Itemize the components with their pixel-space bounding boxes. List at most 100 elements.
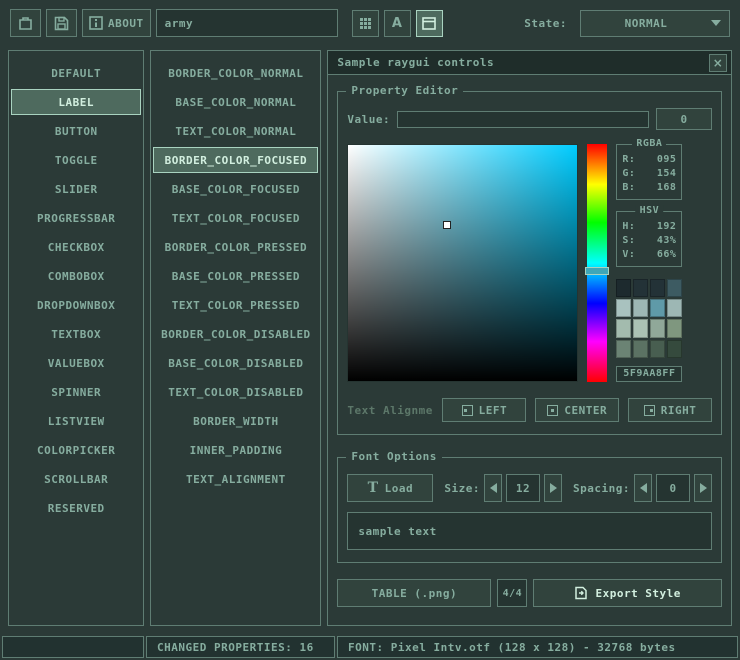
color-gradient-panel[interactable] <box>347 144 578 382</box>
g-value: 154 <box>657 167 677 181</box>
grid-view-button[interactable] <box>352 10 379 37</box>
color-swatch[interactable] <box>650 279 665 297</box>
s-label: S: <box>622 234 635 248</box>
about-button[interactable]: ABOUT <box>82 9 151 37</box>
state-dropdown[interactable]: NORMAL <box>580 10 730 37</box>
property-item-text_alignment[interactable]: TEXT_ALIGNMENT <box>153 466 318 492</box>
control-item-reserved[interactable]: RESERVED <box>11 495 141 521</box>
control-item-textbox[interactable]: TEXTBOX <box>11 321 141 347</box>
property-item-border_color_normal[interactable]: BORDER_COLOR_NORMAL <box>153 60 318 86</box>
size-value-box[interactable]: 12 <box>506 474 540 502</box>
property-item-border_color_focused[interactable]: BORDER_COLOR_FOCUSED <box>153 147 318 173</box>
property-item-base_color_normal[interactable]: BASE_COLOR_NORMAL <box>153 89 318 115</box>
property-item-base_color_focused[interactable]: BASE_COLOR_FOCUSED <box>153 176 318 202</box>
property-item-text_color_pressed[interactable]: TEXT_COLOR_PRESSED <box>153 292 318 318</box>
close-button[interactable]: × <box>709 54 727 72</box>
load-font-label: Load <box>385 482 414 495</box>
color-swatch[interactable] <box>616 319 631 337</box>
control-item-checkbox[interactable]: CHECKBOX <box>11 234 141 260</box>
save-style-button[interactable] <box>46 9 77 37</box>
value-input[interactable] <box>397 111 649 128</box>
hue-slider[interactable] <box>587 144 607 382</box>
property-item-border_color_pressed[interactable]: BORDER_COLOR_PRESSED <box>153 234 318 260</box>
control-item-combobox[interactable]: COMBOBOX <box>11 263 141 289</box>
toolbar: ABOUT A State: NORMAL <box>0 0 740 46</box>
color-swatch[interactable] <box>650 340 665 358</box>
hsv-s-row: S:43% <box>622 234 676 248</box>
color-swatch[interactable] <box>616 299 631 317</box>
font-row: T Load Size: 12 Spacing: 0 <box>347 474 712 502</box>
align-center-button[interactable]: CENTER <box>535 398 619 422</box>
text-alignment-label: Text Alignme <box>347 404 433 417</box>
control-item-button[interactable]: BUTTON <box>11 118 141 144</box>
property-item-base_color_pressed[interactable]: BASE_COLOR_PRESSED <box>153 263 318 289</box>
property-item-text_color_disabled[interactable]: TEXT_COLOR_DISABLED <box>153 379 318 405</box>
status-bar: CHANGED PROPERTIES: 16 FONT: Pixel Intv.… <box>0 634 740 660</box>
sample-text-box[interactable]: sample text <box>347 512 712 550</box>
property-item-text_color_focused[interactable]: TEXT_COLOR_FOCUSED <box>153 205 318 231</box>
color-swatch[interactable] <box>616 279 631 297</box>
color-swatch[interactable] <box>633 299 648 317</box>
export-style-button[interactable]: Export Style <box>533 579 722 607</box>
property-item-border_width[interactable]: BORDER_WIDTH <box>153 408 318 434</box>
b-value: 168 <box>657 181 677 195</box>
control-item-dropdownbox[interactable]: DROPDOWNBOX <box>11 292 141 318</box>
style-name-input[interactable] <box>156 9 338 37</box>
property-item-base_color_disabled[interactable]: BASE_COLOR_DISABLED <box>153 350 318 376</box>
property-editor-group: Property Editor Value: 0 <box>337 91 722 435</box>
font-info-text: FONT: Pixel Intv.otf (128 x 128) - 32768… <box>348 641 676 654</box>
hsv-v-row: V:66% <box>622 248 676 262</box>
property-item-border_color_disabled[interactable]: BORDER_COLOR_DISABLED <box>153 321 318 347</box>
control-item-colorpicker[interactable]: COLORPICKER <box>11 437 141 463</box>
control-item-valuebox[interactable]: VALUEBOX <box>11 350 141 376</box>
color-swatch[interactable] <box>667 279 682 297</box>
color-swatch[interactable] <box>650 319 665 337</box>
color-swatch[interactable] <box>633 340 648 358</box>
control-item-label[interactable]: LABEL <box>11 89 141 115</box>
control-item-listview[interactable]: LISTVIEW <box>11 408 141 434</box>
hex-value-box[interactable]: 5F9AA8FF <box>616 366 682 382</box>
spacing-value-box[interactable]: 0 <box>656 474 690 502</box>
pages-box[interactable]: 4/4 <box>497 579 527 607</box>
align-right-button[interactable]: RIGHT <box>628 398 712 422</box>
font-icon: A <box>392 16 403 31</box>
color-swatch[interactable] <box>633 319 648 337</box>
new-style-button[interactable] <box>10 9 41 37</box>
property-editor-title: Property Editor <box>346 84 463 97</box>
color-swatch[interactable] <box>667 340 682 358</box>
rgba-g-row: G:154 <box>622 167 676 181</box>
color-swatch[interactable] <box>633 279 648 297</box>
control-item-spinner[interactable]: SPINNER <box>11 379 141 405</box>
control-item-default[interactable]: DEFAULT <box>11 60 141 86</box>
table-format-button[interactable]: TABLE (.png) <box>337 579 491 607</box>
color-swatch[interactable] <box>650 299 665 317</box>
size-decrement-button[interactable] <box>484 474 502 502</box>
color-swatch[interactable] <box>667 299 682 317</box>
control-item-toggle[interactable]: TOGGLE <box>11 147 141 173</box>
control-item-slider[interactable]: SLIDER <box>11 176 141 202</box>
spacing-decrement-button[interactable] <box>634 474 652 502</box>
sample-window-titlebar[interactable]: Sample raygui controls × <box>328 51 731 75</box>
text-alignment-row: Text Alignme LEFT CENTER RIGHT <box>347 398 712 422</box>
value-button[interactable]: 0 <box>656 108 712 130</box>
align-left-icon <box>462 405 473 416</box>
text-view-button[interactable]: A <box>384 10 411 37</box>
control-item-scrollbar[interactable]: SCROLLBAR <box>11 466 141 492</box>
hue-slider-handle[interactable] <box>585 267 609 275</box>
property-item-text_color_normal[interactable]: TEXT_COLOR_NORMAL <box>153 118 318 144</box>
font-options-group: Font Options T Load Size: 12 Spacing: 0 <box>337 457 722 563</box>
color-swatch-grid <box>616 279 682 358</box>
property-item-inner_padding[interactable]: INNER_PADDING <box>153 437 318 463</box>
control-item-progressbar[interactable]: PROGRESSBAR <box>11 205 141 231</box>
color-picker-cursor[interactable] <box>443 221 451 229</box>
color-swatch[interactable] <box>616 340 631 358</box>
controls-view-button[interactable] <box>416 10 443 37</box>
size-increment-button[interactable] <box>544 474 562 502</box>
align-right-label: RIGHT <box>661 404 697 417</box>
color-swatch[interactable] <box>667 319 682 337</box>
properties-list: BORDER_COLOR_NORMAL BASE_COLOR_NORMAL TEXT… <box>150 50 321 626</box>
align-left-button[interactable]: LEFT <box>442 398 526 422</box>
load-font-button[interactable]: T Load <box>347 474 433 502</box>
arrow-right-icon <box>550 483 557 493</box>
spacing-increment-button[interactable] <box>694 474 712 502</box>
